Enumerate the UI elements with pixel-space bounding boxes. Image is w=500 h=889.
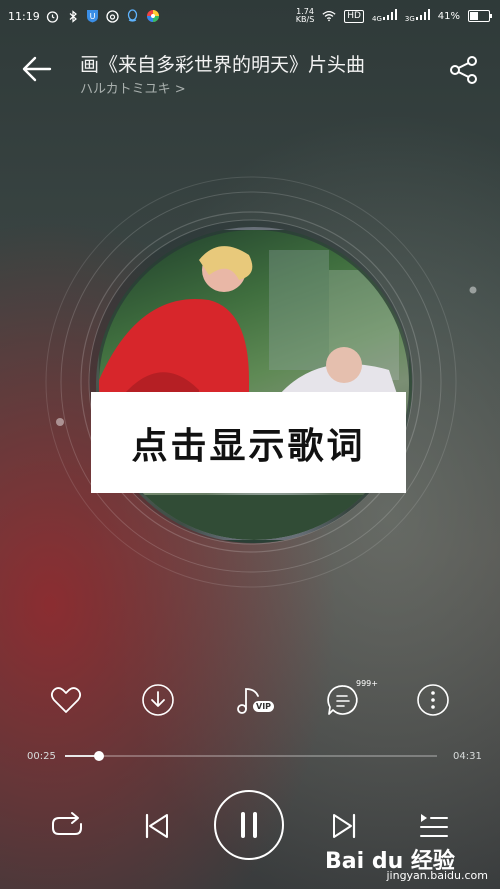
album-disc[interactable] <box>96 227 412 543</box>
previous-icon <box>145 813 168 839</box>
album-artwork <box>99 246 409 540</box>
comment-button[interactable]: 999+ <box>326 679 378 717</box>
progress-bar[interactable] <box>65 751 437 761</box>
current-time: 00:25 <box>27 751 56 762</box>
playlist-button[interactable] <box>414 806 454 846</box>
download-button[interactable] <box>141 683 175 717</box>
repeat-button[interactable] <box>47 806 87 846</box>
baidu-jingyan-watermark: Bai du 经验 jingyan.baidu.com <box>325 843 490 885</box>
lyric-prompt-text: 点击显示歌词 <box>131 424 366 467</box>
repeat-icon <box>52 812 82 835</box>
next-icon <box>333 813 356 839</box>
music-vip-button[interactable]: VIP <box>233 683 279 717</box>
more-button[interactable] <box>416 683 450 717</box>
comment-count: 999+ <box>356 679 378 688</box>
pause-button[interactable] <box>214 790 284 860</box>
like-button[interactable] <box>49 683 83 717</box>
total-time: 04:31 <box>453 751 482 762</box>
next-button[interactable] <box>324 806 364 846</box>
watermark-url: jingyan.baidu.com <box>386 869 488 882</box>
vip-badge: VIP <box>253 701 275 712</box>
heart-icon <box>50 687 82 713</box>
pause-icon <box>241 812 257 838</box>
more-icon <box>417 684 449 716</box>
comment-icon <box>327 685 358 715</box>
playlist-icon <box>420 814 448 837</box>
download-icon <box>142 684 174 716</box>
previous-button[interactable] <box>137 806 177 846</box>
lyric-prompt-box[interactable]: 点击显示歌词 <box>91 392 406 493</box>
